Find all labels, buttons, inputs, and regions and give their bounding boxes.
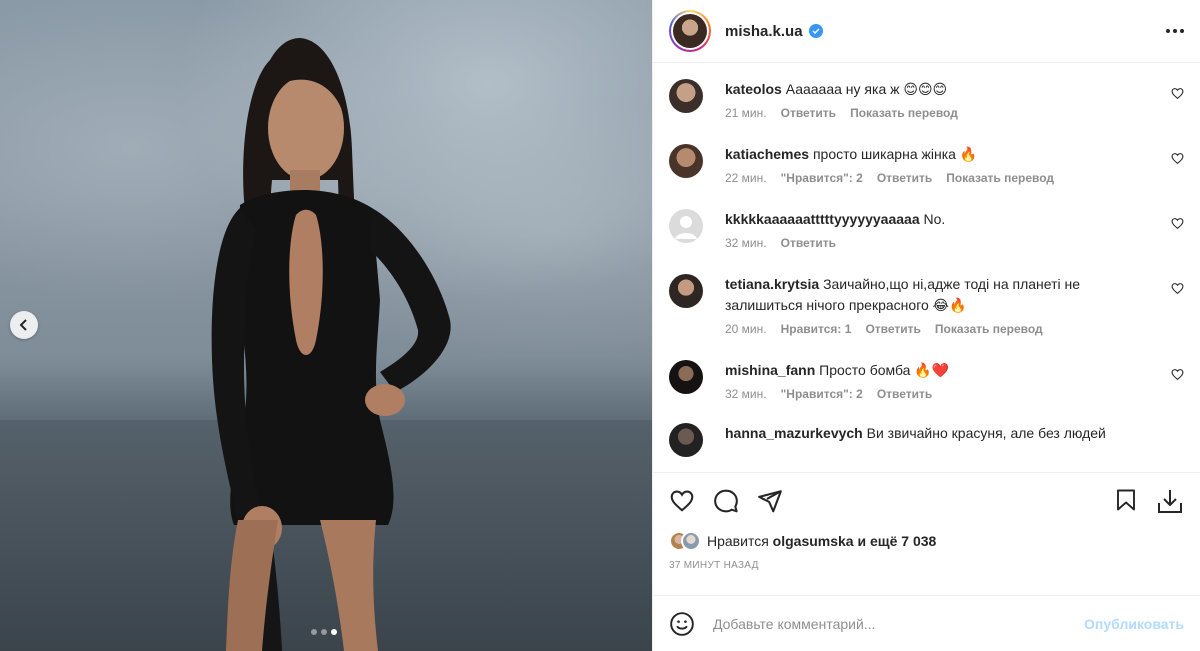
comment-avatar[interactable] bbox=[669, 423, 703, 457]
likes-count-link[interactable]: и ещё 7 038 bbox=[858, 533, 937, 549]
comment-avatar[interactable] bbox=[669, 79, 703, 113]
share-button[interactable] bbox=[757, 488, 783, 514]
reply-button[interactable]: Ответить bbox=[877, 171, 932, 185]
emoji-button[interactable] bbox=[669, 611, 695, 637]
paper-plane-icon bbox=[758, 489, 782, 512]
comment-likes-count[interactable]: "Нравится": 2 bbox=[781, 387, 863, 401]
carousel-dot-active bbox=[331, 629, 337, 635]
translate-button[interactable]: Показать перевод bbox=[850, 106, 958, 120]
bookmark-icon bbox=[1117, 489, 1135, 510]
likes-prefix: Нравится bbox=[707, 533, 769, 549]
download-icon bbox=[1158, 489, 1182, 513]
reply-button[interactable]: Ответить bbox=[865, 322, 920, 336]
add-comment-bar: Опубликовать bbox=[653, 595, 1200, 651]
comment-item: kateolos Ааааааа ну яка ж 😊😊😊 21 мин. От… bbox=[669, 79, 1184, 120]
reply-button[interactable]: Ответить bbox=[877, 387, 932, 401]
download-button[interactable] bbox=[1156, 487, 1184, 515]
comment-text: No. bbox=[923, 211, 946, 227]
comment-username[interactable]: katiachemes bbox=[725, 146, 809, 162]
smiley-icon bbox=[670, 611, 694, 636]
comment-like-heart-icon[interactable] bbox=[1171, 87, 1184, 100]
comment-time[interactable]: 20 мин. bbox=[725, 322, 767, 336]
post-actions-bar bbox=[653, 472, 1200, 528]
default-user-icon bbox=[675, 216, 697, 239]
comment-like-heart-icon[interactable] bbox=[1171, 217, 1184, 230]
comment-like-heart-icon[interactable] bbox=[1171, 152, 1184, 165]
heart-icon bbox=[670, 490, 694, 512]
comment-username[interactable]: kkkkkaaaaaatttttyyyyyyaaaaa bbox=[725, 211, 920, 227]
comment-text: просто шикарна жінка 🔥 bbox=[812, 146, 978, 162]
photo-woman-figure bbox=[211, 38, 451, 651]
comment-text: Ааааааа ну яка ж 😊😊😊 bbox=[785, 81, 948, 97]
more-dot-icon bbox=[1173, 29, 1177, 33]
comment-item: katiachemes просто шикарна жінка 🔥 22 ми… bbox=[669, 144, 1184, 185]
post-modal: misha.k.ua kateolos Ааааааа ну яка ж 😊😊😊 bbox=[0, 0, 1200, 651]
comment-username[interactable]: mishina_fann bbox=[725, 362, 815, 378]
comment-username[interactable]: hanna_mazurkevych bbox=[725, 425, 863, 441]
comment-like-heart-icon[interactable] bbox=[1171, 368, 1184, 381]
comment-likes-count[interactable]: "Нравится": 2 bbox=[781, 171, 863, 185]
more-dot-icon bbox=[1180, 29, 1184, 33]
comment-text: Просто бомба 🔥❤️ bbox=[819, 362, 950, 378]
chevron-left-icon bbox=[19, 319, 27, 331]
comment-username[interactable]: tetiana.krytsia bbox=[725, 276, 819, 292]
carousel-dot bbox=[311, 629, 317, 635]
comment-time[interactable]: 32 мин. bbox=[725, 387, 767, 401]
post-side-panel: misha.k.ua kateolos Ааааааа ну яка ж 😊😊😊 bbox=[652, 0, 1200, 651]
reply-button[interactable]: Ответить bbox=[781, 106, 836, 120]
comment-avatar[interactable] bbox=[669, 274, 703, 308]
carousel-dot bbox=[321, 629, 327, 635]
comment-time[interactable]: 21 мин. bbox=[725, 106, 767, 120]
like-button[interactable] bbox=[669, 488, 695, 514]
liker-avatar[interactable] bbox=[681, 531, 701, 551]
comment-time[interactable]: 32 мин. bbox=[725, 236, 767, 250]
comment-avatar-default[interactable] bbox=[669, 209, 703, 243]
likes-user-link[interactable]: olgasumska bbox=[773, 533, 854, 549]
author-avatar[interactable] bbox=[669, 10, 711, 52]
comment-button[interactable] bbox=[713, 488, 739, 514]
post-timestamp[interactable]: 37 МИНУТ НАЗАД bbox=[653, 554, 1200, 576]
comment-item: hanna_mazurkevych Ви звичайно красуня, а… bbox=[669, 423, 1184, 457]
translate-button[interactable]: Показать перевод bbox=[946, 171, 1054, 185]
post-photo[interactable] bbox=[0, 0, 652, 651]
comment-like-heart-icon[interactable] bbox=[1171, 282, 1184, 295]
comment-text: Ви звичайно красуня, але без людей bbox=[866, 425, 1106, 441]
comment-username[interactable]: kateolos bbox=[725, 81, 782, 97]
verified-badge-icon bbox=[808, 24, 823, 38]
comment-likes-count[interactable]: Нравится: 1 bbox=[781, 322, 852, 336]
author-avatar-image bbox=[673, 14, 707, 48]
more-options-button[interactable] bbox=[1166, 29, 1184, 33]
comment-bubble-icon bbox=[714, 489, 738, 512]
more-dot-icon bbox=[1166, 29, 1170, 33]
comment-avatar[interactable] bbox=[669, 144, 703, 178]
comment-avatar[interactable] bbox=[669, 360, 703, 394]
carousel-prev-button[interactable] bbox=[10, 311, 38, 339]
comment-item: tetiana.krytsia Заичайно,що ні,адже тоді… bbox=[669, 274, 1184, 336]
save-button[interactable] bbox=[1114, 487, 1138, 515]
reply-button[interactable]: Ответить bbox=[781, 236, 836, 250]
translate-button[interactable]: Показать перевод bbox=[935, 322, 1043, 336]
carousel-dots bbox=[311, 629, 337, 635]
comment-time[interactable]: 22 мин. bbox=[725, 171, 767, 185]
publish-button[interactable]: Опубликовать bbox=[1084, 616, 1184, 632]
likes-summary: Нравится olgasumska и ещё 7 038 bbox=[653, 528, 1200, 554]
comment-item: kkkkkaaaaaatttttyyyyyyaaaaa No. 32 мин. … bbox=[669, 209, 1184, 250]
author-username[interactable]: misha.k.ua bbox=[725, 23, 803, 40]
comment-item: mishina_fann Просто бомба 🔥❤️ 32 мин. "Н… bbox=[669, 360, 1184, 401]
post-header: misha.k.ua bbox=[653, 0, 1200, 63]
comment-input[interactable] bbox=[713, 615, 1085, 632]
comments-list[interactable]: kateolos Ааааааа ну яка ж 😊😊😊 21 мин. От… bbox=[653, 63, 1200, 472]
